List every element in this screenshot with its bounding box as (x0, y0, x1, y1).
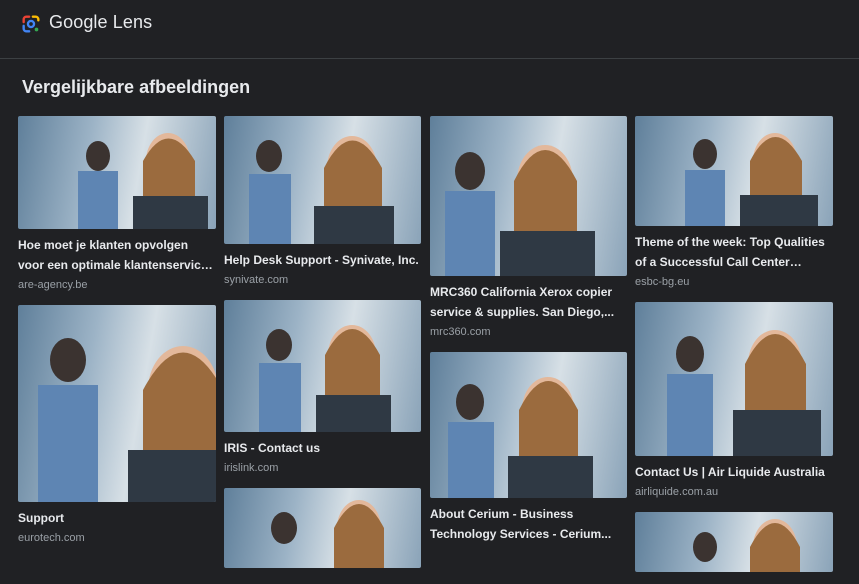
result-source: esbc-bg.eu (635, 276, 690, 288)
result-image[interactable] (430, 116, 627, 276)
result-title[interactable]: About Cerium - Business Technology Servi… (430, 504, 627, 544)
result-source: eurotech.com (18, 532, 85, 544)
result-image[interactable] (18, 116, 216, 229)
result-source: airliquide.com.au (635, 486, 719, 498)
result-image[interactable] (224, 300, 421, 432)
app-name: Google Lens (49, 12, 153, 32)
result-image[interactable] (635, 302, 833, 456)
result-card[interactable]: Contact Us | Air Liquide Australia airli… (635, 302, 833, 500)
result-card[interactable]: Help Desk Support - Synivate, Inc. syniv… (224, 116, 421, 288)
result-image[interactable] (635, 116, 833, 226)
result-source: irislink.com (224, 462, 279, 474)
result-title[interactable]: Support (18, 508, 216, 528)
result-title[interactable]: Contact Us | Air Liquide Australia (635, 462, 833, 482)
result-card[interactable]: IRIS - Contact us irislink.com (224, 300, 421, 476)
results-column-2: Help Desk Support - Synivate, Inc. syniv… (224, 116, 421, 580)
result-title[interactable]: MRC360 California Xerox copier service &… (430, 282, 627, 322)
result-card[interactable]: About Cerium - Business Technology Servi… (430, 352, 627, 544)
result-image[interactable] (18, 305, 216, 502)
result-title[interactable]: IRIS - Contact us (224, 438, 421, 458)
result-source: mrc360.com (430, 326, 491, 338)
result-source: synivate.com (224, 274, 289, 286)
result-image[interactable] (430, 352, 627, 498)
result-card[interactable]: MRC360 California Xerox copier service &… (430, 116, 627, 340)
results-column-1: Hoe moet je klanten opvolgen voor een op… (18, 116, 216, 558)
top-bar: Google Lens (0, 0, 859, 59)
result-card[interactable]: Hoe moet je klanten opvolgen voor een op… (18, 116, 216, 293)
results-column-3: MRC360 California Xerox copier service &… (430, 116, 627, 556)
result-title[interactable]: Hoe moet je klanten opvolgen voor een op… (18, 235, 216, 275)
result-title[interactable]: Help Desk Support - Synivate, Inc. (224, 250, 421, 270)
google-lens-logo-icon[interactable] (20, 13, 42, 35)
result-image[interactable] (224, 488, 421, 568)
results-column-4: Theme of the week: Top Qualities of a Su… (635, 116, 833, 584)
result-title[interactable]: Theme of the week: Top Qualities of a Su… (635, 232, 833, 272)
result-card[interactable] (224, 488, 421, 568)
result-image[interactable] (224, 116, 421, 244)
result-source: are-agency.be (18, 279, 88, 291)
result-card[interactable]: Support eurotech.com (18, 305, 216, 546)
result-image[interactable] (635, 512, 833, 572)
section-title: Vergelijkbare afbeeldingen (22, 77, 251, 97)
result-card[interactable]: Theme of the week: Top Qualities of a Su… (635, 116, 833, 290)
result-card[interactable] (635, 512, 833, 572)
